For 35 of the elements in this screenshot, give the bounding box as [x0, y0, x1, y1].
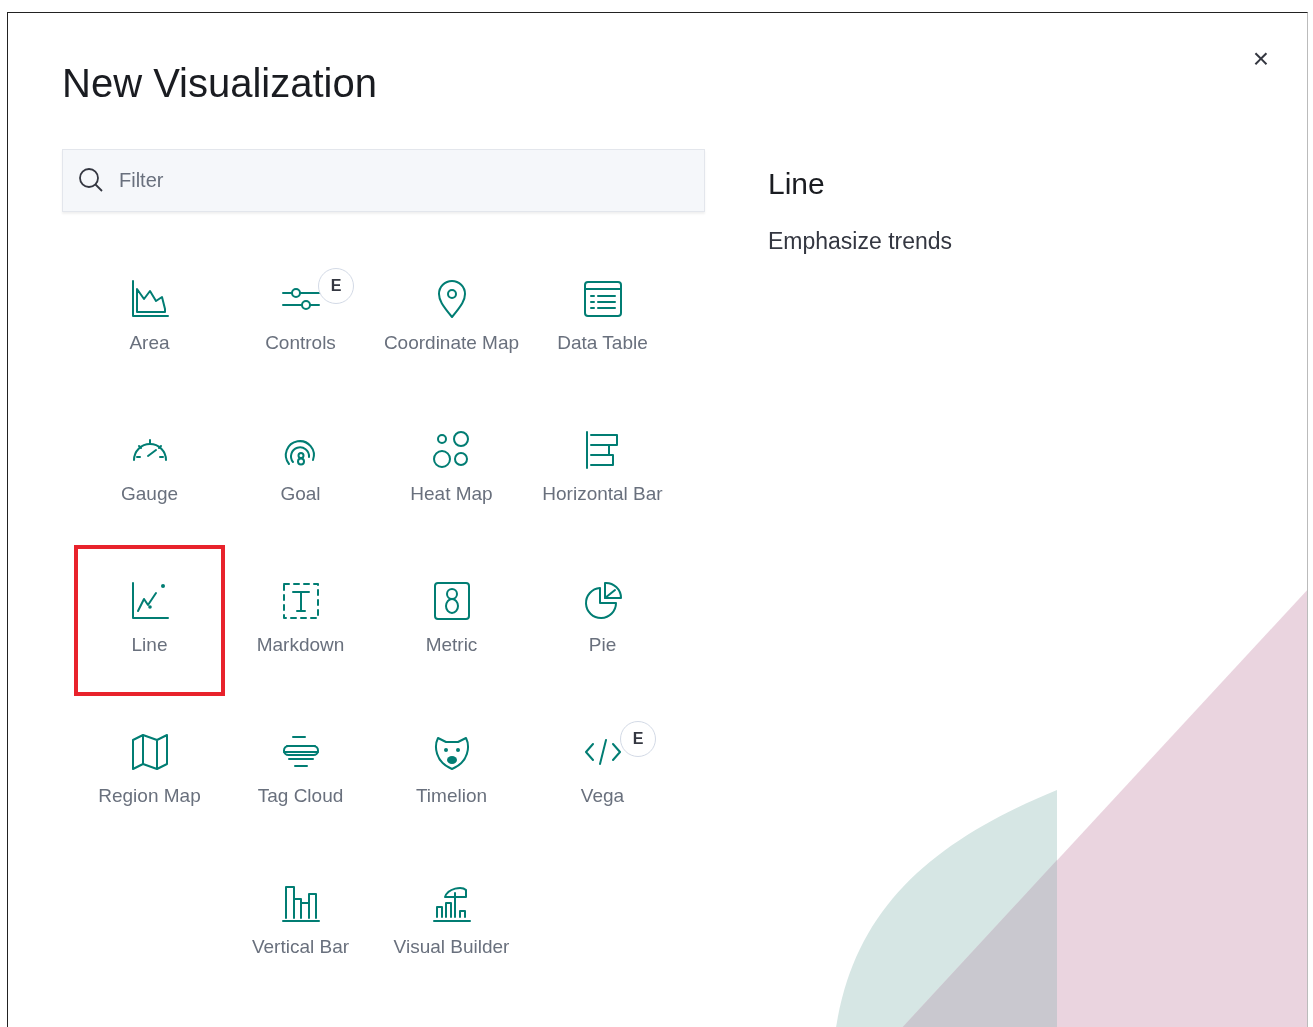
visualization-tile[interactable]: Goal	[225, 394, 376, 545]
visualization-tile[interactable]: Line	[74, 545, 225, 696]
visualization-tile[interactable]: Area	[74, 243, 225, 394]
search-icon	[78, 167, 104, 193]
visualization-tile[interactable]: Heat Map	[376, 394, 527, 545]
visualization-tile[interactable]: E Vega	[527, 696, 678, 847]
metric-icon	[431, 581, 472, 622]
line-chart-icon	[129, 581, 170, 622]
modal-title: New Visualization	[62, 60, 377, 107]
area-chart-icon	[129, 279, 170, 320]
folded-map-icon	[129, 732, 170, 773]
visualization-tile[interactable]: Tag Cloud	[225, 696, 376, 847]
filter-field[interactable]: Filter	[62, 149, 705, 212]
text-frame-icon	[280, 581, 321, 622]
description-title: Line	[768, 166, 826, 202]
visualization-tile[interactable]: Coordinate Map	[376, 243, 527, 394]
visualization-tile[interactable]: Gauge	[74, 394, 225, 545]
visualization-tile[interactable]: Timelion	[376, 696, 527, 847]
experimental-badge: E	[620, 721, 656, 757]
visualization-tile[interactable]: Metric	[376, 545, 527, 696]
experimental-badge: E	[318, 268, 354, 304]
visualization-tile[interactable]: Markdown	[225, 545, 376, 696]
visualization-tile[interactable]: E Controls	[225, 243, 376, 394]
visualization-tile[interactable]: Pie	[527, 545, 678, 696]
visualization-tile[interactable]: Horizontal Bar	[527, 394, 678, 545]
visualization-tile[interactable]: Data Table	[527, 243, 678, 394]
pie-chart-icon	[582, 581, 623, 622]
description-text: Emphasize trends	[768, 227, 953, 256]
visualization-tile[interactable]: Vertical Bar	[225, 847, 376, 998]
vertical-bars-icon	[280, 883, 321, 924]
bubbles-icon	[431, 430, 472, 471]
visualization-tile[interactable]: Visual Builder	[376, 847, 527, 998]
visualization-tile[interactable]: Region Map	[74, 696, 225, 847]
table-icon	[582, 279, 623, 320]
close-button[interactable]: ×	[1248, 45, 1273, 73]
